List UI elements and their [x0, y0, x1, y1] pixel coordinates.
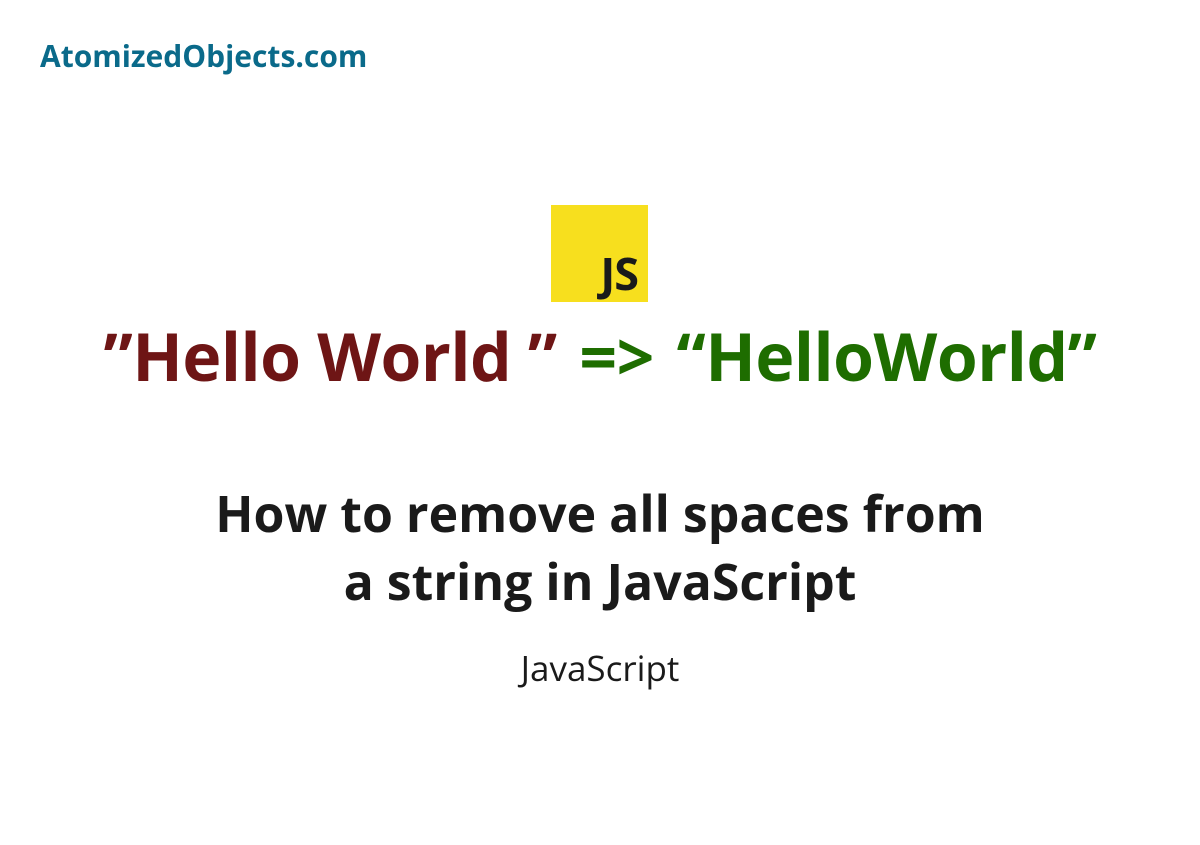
code-before-text: ”Hello World ”: [104, 311, 557, 401]
article-title: How to remove all spaces from a string i…: [0, 480, 1200, 615]
title-line-1: How to remove all spaces from: [215, 479, 985, 547]
site-logo[interactable]: AtomizedObjects.com: [40, 35, 367, 76]
code-example: ”Hello World ” => “HelloWorld”: [0, 311, 1200, 401]
code-after-text: “HelloWorld”: [677, 311, 1097, 401]
js-badge-icon: JS: [551, 205, 648, 302]
category-label: JavaScript: [0, 645, 1200, 692]
js-badge-label: JS: [600, 251, 638, 296]
code-arrow-text: =>: [579, 311, 653, 401]
title-line-2: a string in JavaScript: [344, 547, 857, 615]
